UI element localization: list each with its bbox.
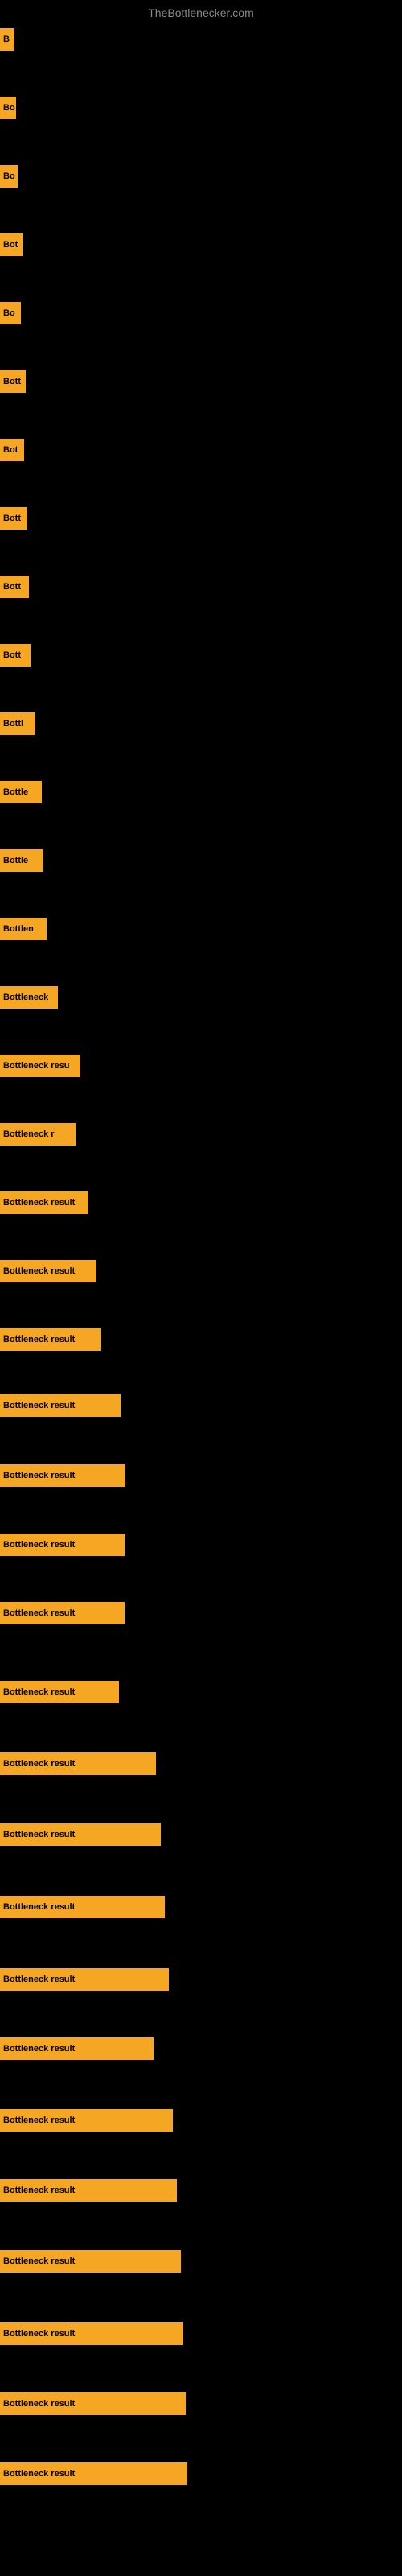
bar-item: Bottleneck result <box>0 1752 156 1775</box>
bar-item: Bott <box>0 644 31 667</box>
bar-label: Bottle <box>3 787 28 797</box>
bar-label: Bott <box>3 650 21 660</box>
bar-item: Bottleneck result <box>0 1823 161 1846</box>
bar-item: Bottl <box>0 712 35 735</box>
bar-item: Bottleneck result <box>0 2250 181 2273</box>
bar-item: Bottleneck result <box>0 1968 169 1991</box>
bar-label: Bottleneck result <box>3 1687 75 1697</box>
bar-item: Bottle <box>0 849 43 872</box>
bar-item: Bottleneck <box>0 986 58 1009</box>
bar-item: Bottle <box>0 781 42 803</box>
bar-item: Bottleneck result <box>0 1191 88 1214</box>
bar-label: Bo <box>3 103 15 113</box>
bar-label: Bottleneck result <box>3 2044 75 2054</box>
bar-item: Bottleneck result <box>0 2179 177 2202</box>
bar-label: Bo <box>3 308 15 318</box>
bar-label: B <box>3 35 10 44</box>
bar-label: Bottleneck result <box>3 2256 75 2266</box>
bar-item: Bottleneck result <box>0 2037 154 2060</box>
bar-label: Bottleneck result <box>3 1759 75 1769</box>
bar-item: B <box>0 28 14 51</box>
bar-label: Bottleneck <box>3 993 48 1002</box>
bar-item: Bott <box>0 370 26 393</box>
bar-label: Bottleneck result <box>3 2186 75 2195</box>
bar-item: Bo <box>0 97 16 119</box>
bar-label: Bottleneck result <box>3 1266 75 1276</box>
bar-item: Bottleneck result <box>0 1464 125 1487</box>
bar-item: Bottleneck result <box>0 1896 165 1918</box>
bar-item: Bott <box>0 576 29 598</box>
bar-item: Bo <box>0 302 21 324</box>
bar-label: Bottleneck result <box>3 1540 75 1550</box>
bar-item: Bo <box>0 165 18 188</box>
bar-item: Bot <box>0 439 24 461</box>
bar-item: Bottleneck result <box>0 1328 100 1351</box>
bar-label: Bo <box>3 171 15 181</box>
bar-label: Bottlen <box>3 924 34 934</box>
bar-label: Bottleneck result <box>3 1471 75 1480</box>
bar-label: Bottleneck resu <box>3 1061 70 1071</box>
bar-label: Bottleneck result <box>3 2329 75 2339</box>
bar-item: Bottleneck result <box>0 2322 183 2345</box>
bar-item: Bottleneck result <box>0 1681 119 1703</box>
bar-item: Bott <box>0 507 27 530</box>
bar-label: Bot <box>3 240 18 250</box>
bar-label: Bottleneck result <box>3 1830 75 1839</box>
bar-label: Bottleneck result <box>3 1902 75 1912</box>
bar-item: Bot <box>0 233 23 256</box>
bar-label: Bottleneck result <box>3 2116 75 2125</box>
bar-label: Bottleneck result <box>3 1401 75 1410</box>
bar-label: Bottleneck result <box>3 1608 75 1618</box>
bar-item: Bottleneck result <box>0 2109 173 2132</box>
bar-item: Bottleneck result <box>0 1534 125 1556</box>
bar-label: Bott <box>3 514 21 523</box>
bar-item: Bottleneck result <box>0 1260 96 1282</box>
bar-item: Bottleneck result <box>0 1394 121 1417</box>
bar-item: Bottleneck result <box>0 1602 125 1624</box>
bar-label: Bott <box>3 582 21 592</box>
bar-label: Bottleneck result <box>3 1335 75 1344</box>
bar-label: Bottleneck result <box>3 1975 75 1984</box>
site-title: TheBottlenecker.com <box>148 6 254 19</box>
bar-item: Bottleneck result <box>0 2462 187 2485</box>
bar-item: Bottleneck result <box>0 2392 186 2415</box>
bar-label: Bottleneck result <box>3 2399 75 2409</box>
bar-item: Bottlen <box>0 918 47 940</box>
bar-item: Bottleneck resu <box>0 1055 80 1077</box>
bar-label: Bottleneck result <box>3 2469 75 2479</box>
bar-label: Bot <box>3 445 18 455</box>
bar-label: Bott <box>3 377 21 386</box>
bar-item: Bottleneck r <box>0 1123 76 1146</box>
bar-label: Bottleneck r <box>3 1129 55 1139</box>
bar-label: Bottle <box>3 856 28 865</box>
bar-label: Bottleneck result <box>3 1198 75 1208</box>
bar-label: Bottl <box>3 719 23 729</box>
